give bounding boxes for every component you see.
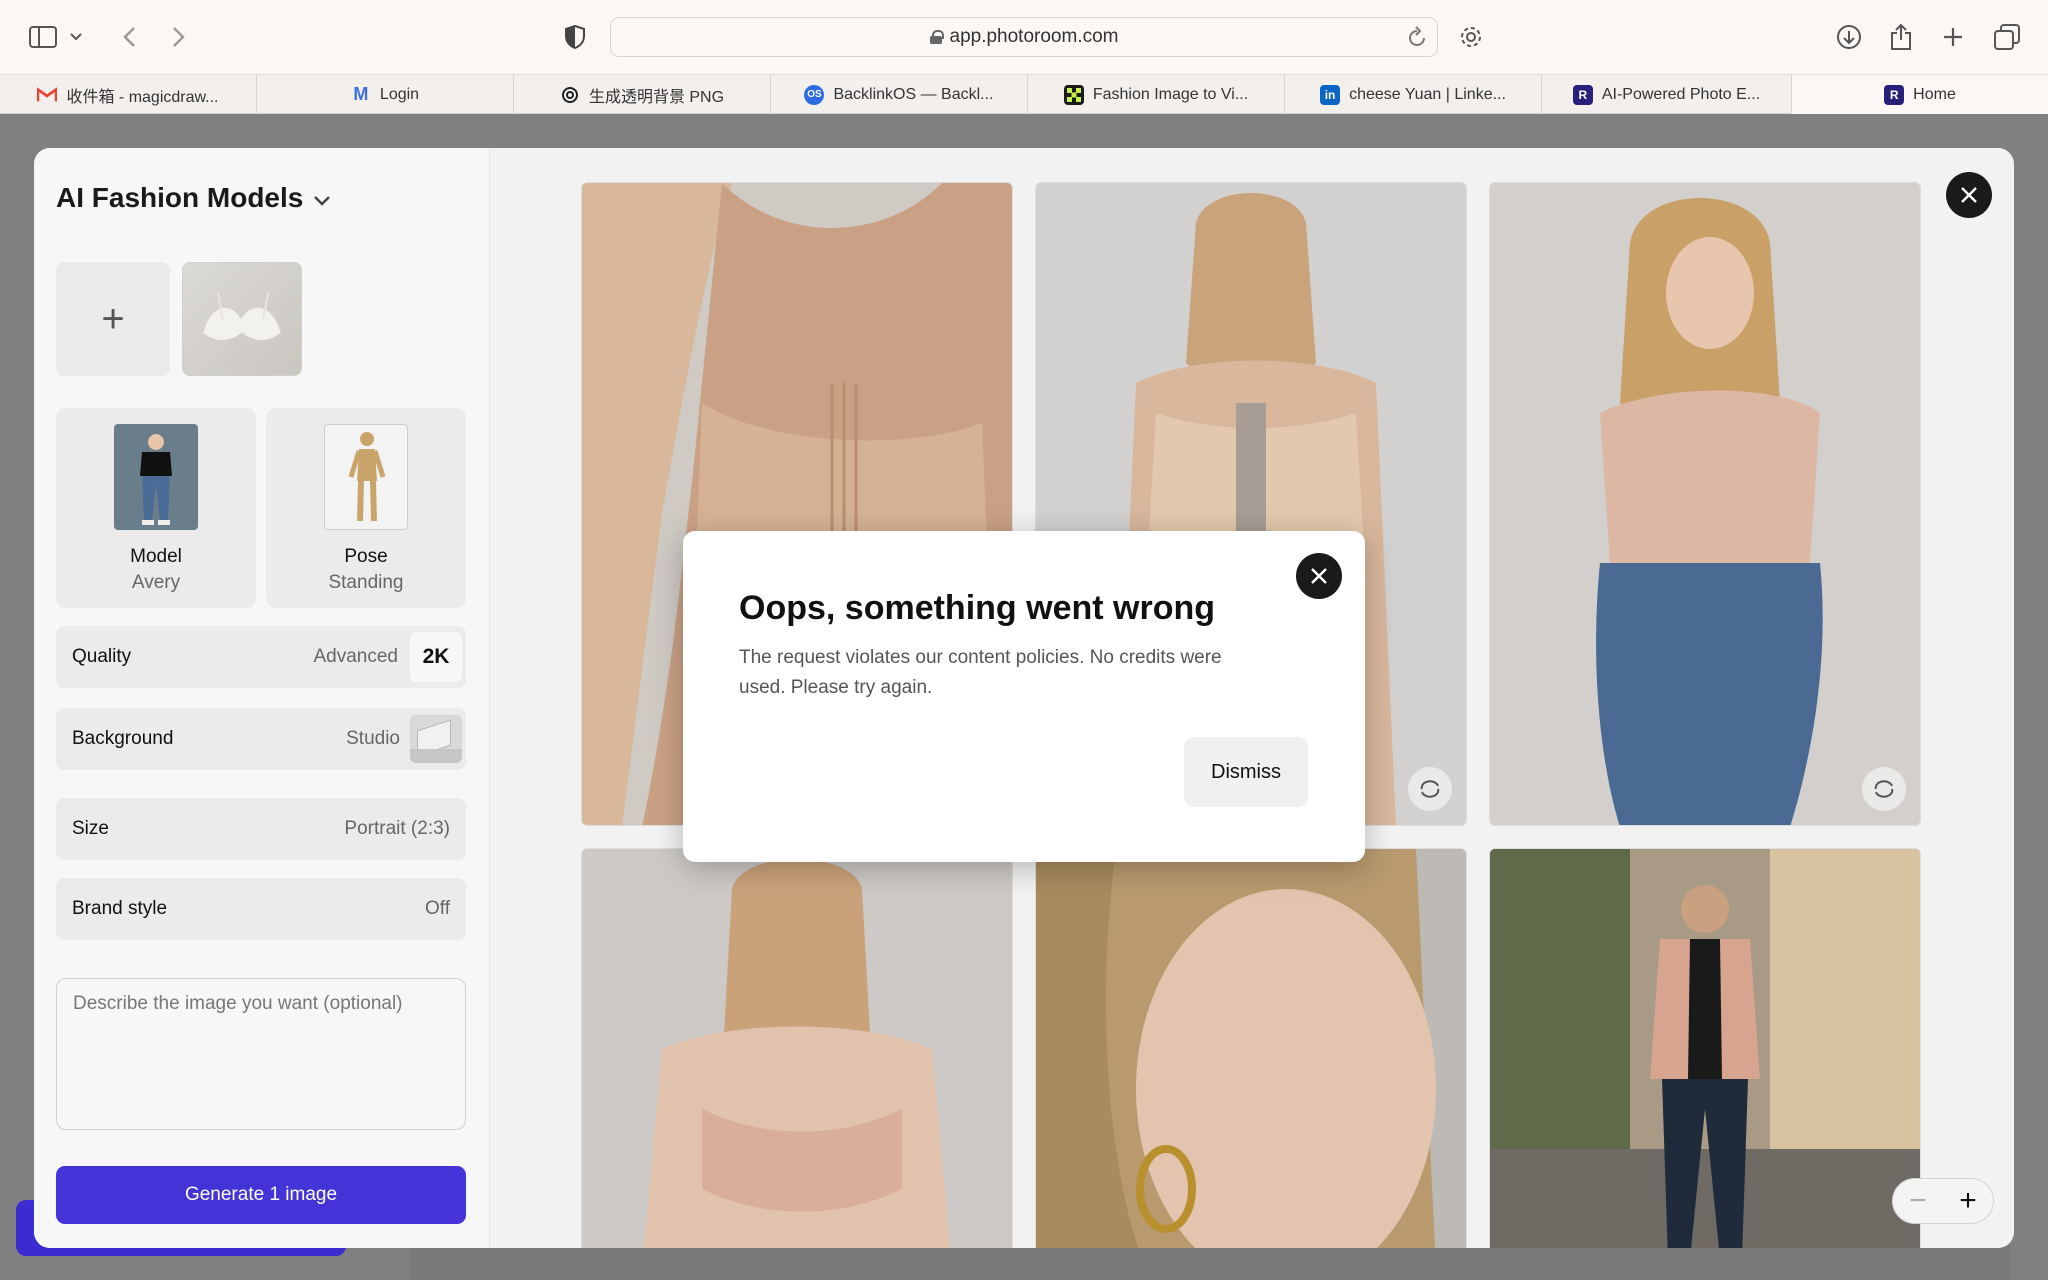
url-text: app.photoroom.com: [949, 26, 1119, 47]
reload-icon[interactable]: [1407, 26, 1427, 54]
sidebar-toggle-icon[interactable]: [28, 22, 58, 52]
model-avatar: [114, 424, 198, 530]
resolution-badge: 2K: [410, 632, 462, 682]
tab-gmail[interactable]: 收件箱 - magicdraw...: [0, 75, 257, 114]
tab-backlinkos[interactable]: OS BacklinkOS — Backl...: [771, 75, 1028, 114]
tab-bar: 收件箱 - magicdraw... M Login 生成透明背景 PNG OS…: [0, 74, 2048, 114]
background-setting[interactable]: Background Studio: [56, 708, 466, 770]
os-logo-icon: OS: [804, 84, 825, 105]
generated-image-3[interactable]: [1489, 182, 1921, 826]
error-dialog: Oops, something went wrong The request v…: [683, 531, 1365, 862]
share-icon[interactable]: [1886, 22, 1916, 52]
new-tab-icon[interactable]: [1938, 22, 1968, 52]
settings-panel: AI Fashion Models + Model Avery Pose Sta…: [34, 148, 490, 1248]
tab-fashion[interactable]: Fashion Image to Vi...: [1028, 75, 1285, 114]
openai-icon: [560, 85, 580, 105]
close-icon: [1961, 187, 1977, 203]
tab-login[interactable]: M Login: [257, 75, 514, 114]
chevron-down-icon: [313, 182, 331, 214]
photoroom-icon: R: [1884, 84, 1905, 105]
size-setting[interactable]: Size Portrait (2:3): [56, 798, 466, 860]
product-thumbnail[interactable]: [182, 262, 302, 376]
privacy-shield-icon[interactable]: [560, 22, 590, 52]
close-modal-button[interactable]: [1946, 172, 1992, 218]
brand-style-setting[interactable]: Brand style Off: [56, 878, 466, 940]
pose-selector[interactable]: Pose Standing: [266, 408, 466, 608]
quality-setting[interactable]: Quality Advanced 2K: [56, 626, 466, 688]
gmail-icon: [37, 85, 58, 105]
prompt-input[interactable]: [56, 978, 466, 1130]
dialog-message: The request violates our content policie…: [739, 647, 1222, 698]
address-bar[interactable]: app.photoroom.com: [610, 17, 1438, 57]
back-arrow-icon[interactable]: [114, 22, 144, 52]
add-product-button[interactable]: +: [56, 262, 170, 376]
tab-png[interactable]: 生成透明背景 PNG: [514, 75, 771, 114]
tab-home[interactable]: R Home: [1792, 75, 2048, 114]
regenerate-icon[interactable]: [1408, 767, 1452, 811]
tab-overview-icon[interactable]: [1992, 22, 2022, 52]
zoom-out-button[interactable]: −: [1893, 1179, 1943, 1223]
forward-arrow-icon[interactable]: [164, 22, 194, 52]
dismiss-button[interactable]: Dismiss: [1184, 737, 1308, 807]
lock-icon: [929, 30, 944, 44]
generate-button[interactable]: Generate 1 image: [56, 1166, 466, 1224]
tab-photo-editor[interactable]: R AI-Powered Photo E...: [1542, 75, 1792, 114]
model-selector[interactable]: Model Avery: [56, 408, 256, 608]
close-icon: [1311, 568, 1327, 584]
photoroom-icon: R: [1572, 84, 1593, 105]
linkedin-icon: in: [1320, 84, 1341, 105]
chevron-down-icon[interactable]: [66, 22, 86, 52]
generated-image-4[interactable]: [581, 848, 1013, 1248]
grid-logo-icon: [1063, 84, 1084, 105]
generated-image-5[interactable]: [1035, 848, 1467, 1248]
zoom-control: − +: [1892, 1178, 1994, 1224]
dialog-close-button[interactable]: [1296, 553, 1342, 599]
zoom-in-button[interactable]: +: [1943, 1179, 1993, 1223]
generated-image-6[interactable]: [1489, 848, 1921, 1248]
panel-title[interactable]: AI Fashion Models: [56, 182, 331, 214]
studio-background-preview: [410, 715, 462, 763]
download-icon[interactable]: [1834, 22, 1864, 52]
dialog-title: Oops, something went wrong: [739, 589, 1215, 627]
m-logo-icon: M: [353, 84, 369, 104]
browser-toolbar: app.photoroom.com: [0, 0, 2048, 74]
fashion-models-modal: AI Fashion Models + Model Avery Pose Sta…: [34, 148, 2014, 1248]
pose-mannequin: [324, 424, 408, 530]
gear-icon[interactable]: [1456, 22, 1486, 52]
tab-linkedin[interactable]: in cheese Yuan | Linke...: [1285, 75, 1542, 114]
regenerate-icon[interactable]: [1862, 767, 1906, 811]
